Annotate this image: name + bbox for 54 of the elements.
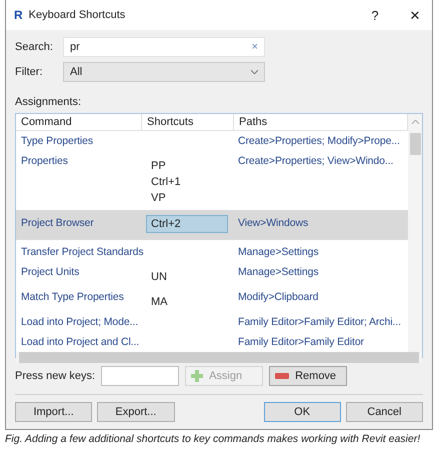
path-cell-text: Family Editor>Family Editor; Archi... xyxy=(237,316,402,328)
command-cell-text: Match Type Properties xyxy=(20,291,125,303)
shortcut-cell-text: VP xyxy=(150,192,167,204)
table-row[interactable]: Match Type Properties MA Modify>Clipboard xyxy=(16,287,408,312)
shortcut-cell-text: PP xyxy=(150,160,167,172)
clear-icon[interactable]: × xyxy=(252,41,258,53)
table-row[interactable]: Load into Project; Mode... Family Editor>Family Editor; Archi... xyxy=(16,312,408,332)
path-cell-text: View>Windows xyxy=(237,217,310,229)
shortcut-cell-text: Ctrl+1 xyxy=(150,176,182,188)
path-cell-text: Manage>Settings xyxy=(237,246,320,258)
search-label: Search: xyxy=(15,41,54,53)
shortcut-field[interactable]: Ctrl+2 xyxy=(146,215,228,233)
figure-caption: Fig. Adding a few additional shortcuts to key commands makes working with Revit easier! xyxy=(5,433,422,445)
remove-button[interactable]: Remove xyxy=(269,366,348,386)
assignments-label: Assignments: xyxy=(15,96,82,108)
window-title: Keyboard Shortcuts xyxy=(28,9,126,21)
command-cell-text: Type Properties xyxy=(20,135,94,147)
filter-label: Filter: xyxy=(15,66,44,78)
close-button[interactable]: ✕ xyxy=(398,0,432,30)
command-cell-text: Load into Project; Mode... xyxy=(20,316,140,328)
dialog-button[interactable]: Export... xyxy=(97,402,174,422)
shortcut-cell-text: UN xyxy=(150,271,168,283)
path-cell-text: Create>Properties; Modify>Prope... xyxy=(237,135,401,147)
new-keys-label: Press new keys: xyxy=(15,370,96,382)
column-header[interactable]: Shortcuts xyxy=(142,114,234,131)
path-cell-text: Create>Properties; View>Windo... xyxy=(237,155,394,167)
new-keys-field[interactable] xyxy=(101,366,180,386)
command-cell-text: Properties xyxy=(20,155,69,167)
column-header[interactable]: Paths xyxy=(234,114,408,131)
plus-icon xyxy=(191,370,204,382)
command-cell-text: Project Units xyxy=(20,266,80,278)
dialog-button[interactable]: Cancel xyxy=(346,402,423,422)
dialog-button[interactable]: Import... xyxy=(15,402,92,422)
table-row[interactable]: Properties PP Ctrl+1 VP Create>Properties; View>Windo... xyxy=(16,151,408,208)
dialog-button[interactable]: OK xyxy=(264,402,341,422)
app-logo: R xyxy=(14,8,23,22)
chevron-icon xyxy=(251,70,258,74)
help-button[interactable]: ? xyxy=(358,0,392,30)
table-row[interactable]: Project Browser Ctrl+2 View>Windows xyxy=(16,210,408,240)
path-cell-text: Family Editor>Family Editor xyxy=(237,336,365,348)
table-row[interactable]: Transfer Project Standards Manage>Settings xyxy=(16,242,408,262)
table-row[interactable]: Project Units UN Manage>Settings xyxy=(16,262,408,287)
column-header[interactable]: Command xyxy=(16,114,142,131)
table-row[interactable]: Type Properties Create>Properties; Modify>Prope... xyxy=(16,131,408,151)
shortcut-cell-text: MA xyxy=(150,296,168,308)
command-cell-text: Load into Project and Cl... xyxy=(20,336,140,348)
filter-dropdown[interactable]: All xyxy=(63,62,265,82)
path-cell-text: Manage>Settings xyxy=(237,266,320,278)
path-cell-text: Modify>Clipboard xyxy=(237,291,320,303)
command-cell-text: Project Browser xyxy=(20,217,95,229)
minus-icon xyxy=(275,373,290,379)
search-field[interactable]: pr × xyxy=(63,37,265,57)
table-row[interactable]: Load into Project and Cl... Family Editor>Family Editor xyxy=(16,332,408,352)
command-cell-text: Transfer Project Standards xyxy=(20,246,142,258)
